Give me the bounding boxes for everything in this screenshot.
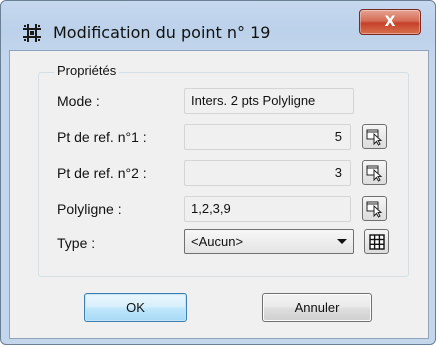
ref-point-2-field[interactable]: 3 [184,160,351,186]
type-label: Type : [57,235,96,251]
cancel-button[interactable]: Annuler [262,293,372,322]
polyline-field[interactable]: 1,2,3,9 [184,196,351,222]
ok-button[interactable]: OK [84,293,187,322]
mode-label: Mode : [57,93,100,109]
ref-point-2-label: Pt de ref. n°2 : [57,165,147,181]
pick-ref-point-2-button[interactable] [362,160,387,185]
type-selected-value: <Aucun> [191,234,244,249]
type-select[interactable]: <Aucun> [184,229,354,254]
close-button[interactable]: X [359,9,421,35]
type-table-button[interactable] [364,229,389,254]
ref-point-1-label: Pt de ref. n°1 : [57,129,147,145]
pick-ref-point-1-button[interactable] [362,124,387,149]
point-grid-icon [22,23,42,43]
close-icon: X [384,14,396,30]
window-title: Modification du point n° 19 [53,23,271,42]
chevron-down-icon[interactable] [337,239,347,244]
mode-field: Inters. 2 pts Polyligne [184,88,354,114]
polyline-label: Polyligne : [57,201,122,217]
ref-point-1-field[interactable]: 5 [184,124,351,150]
properties-group-title: Propriétés [54,63,120,78]
title-bar[interactable]: Modification du point n° 19 X [1,1,435,55]
pick-polyline-button[interactable] [362,196,387,221]
